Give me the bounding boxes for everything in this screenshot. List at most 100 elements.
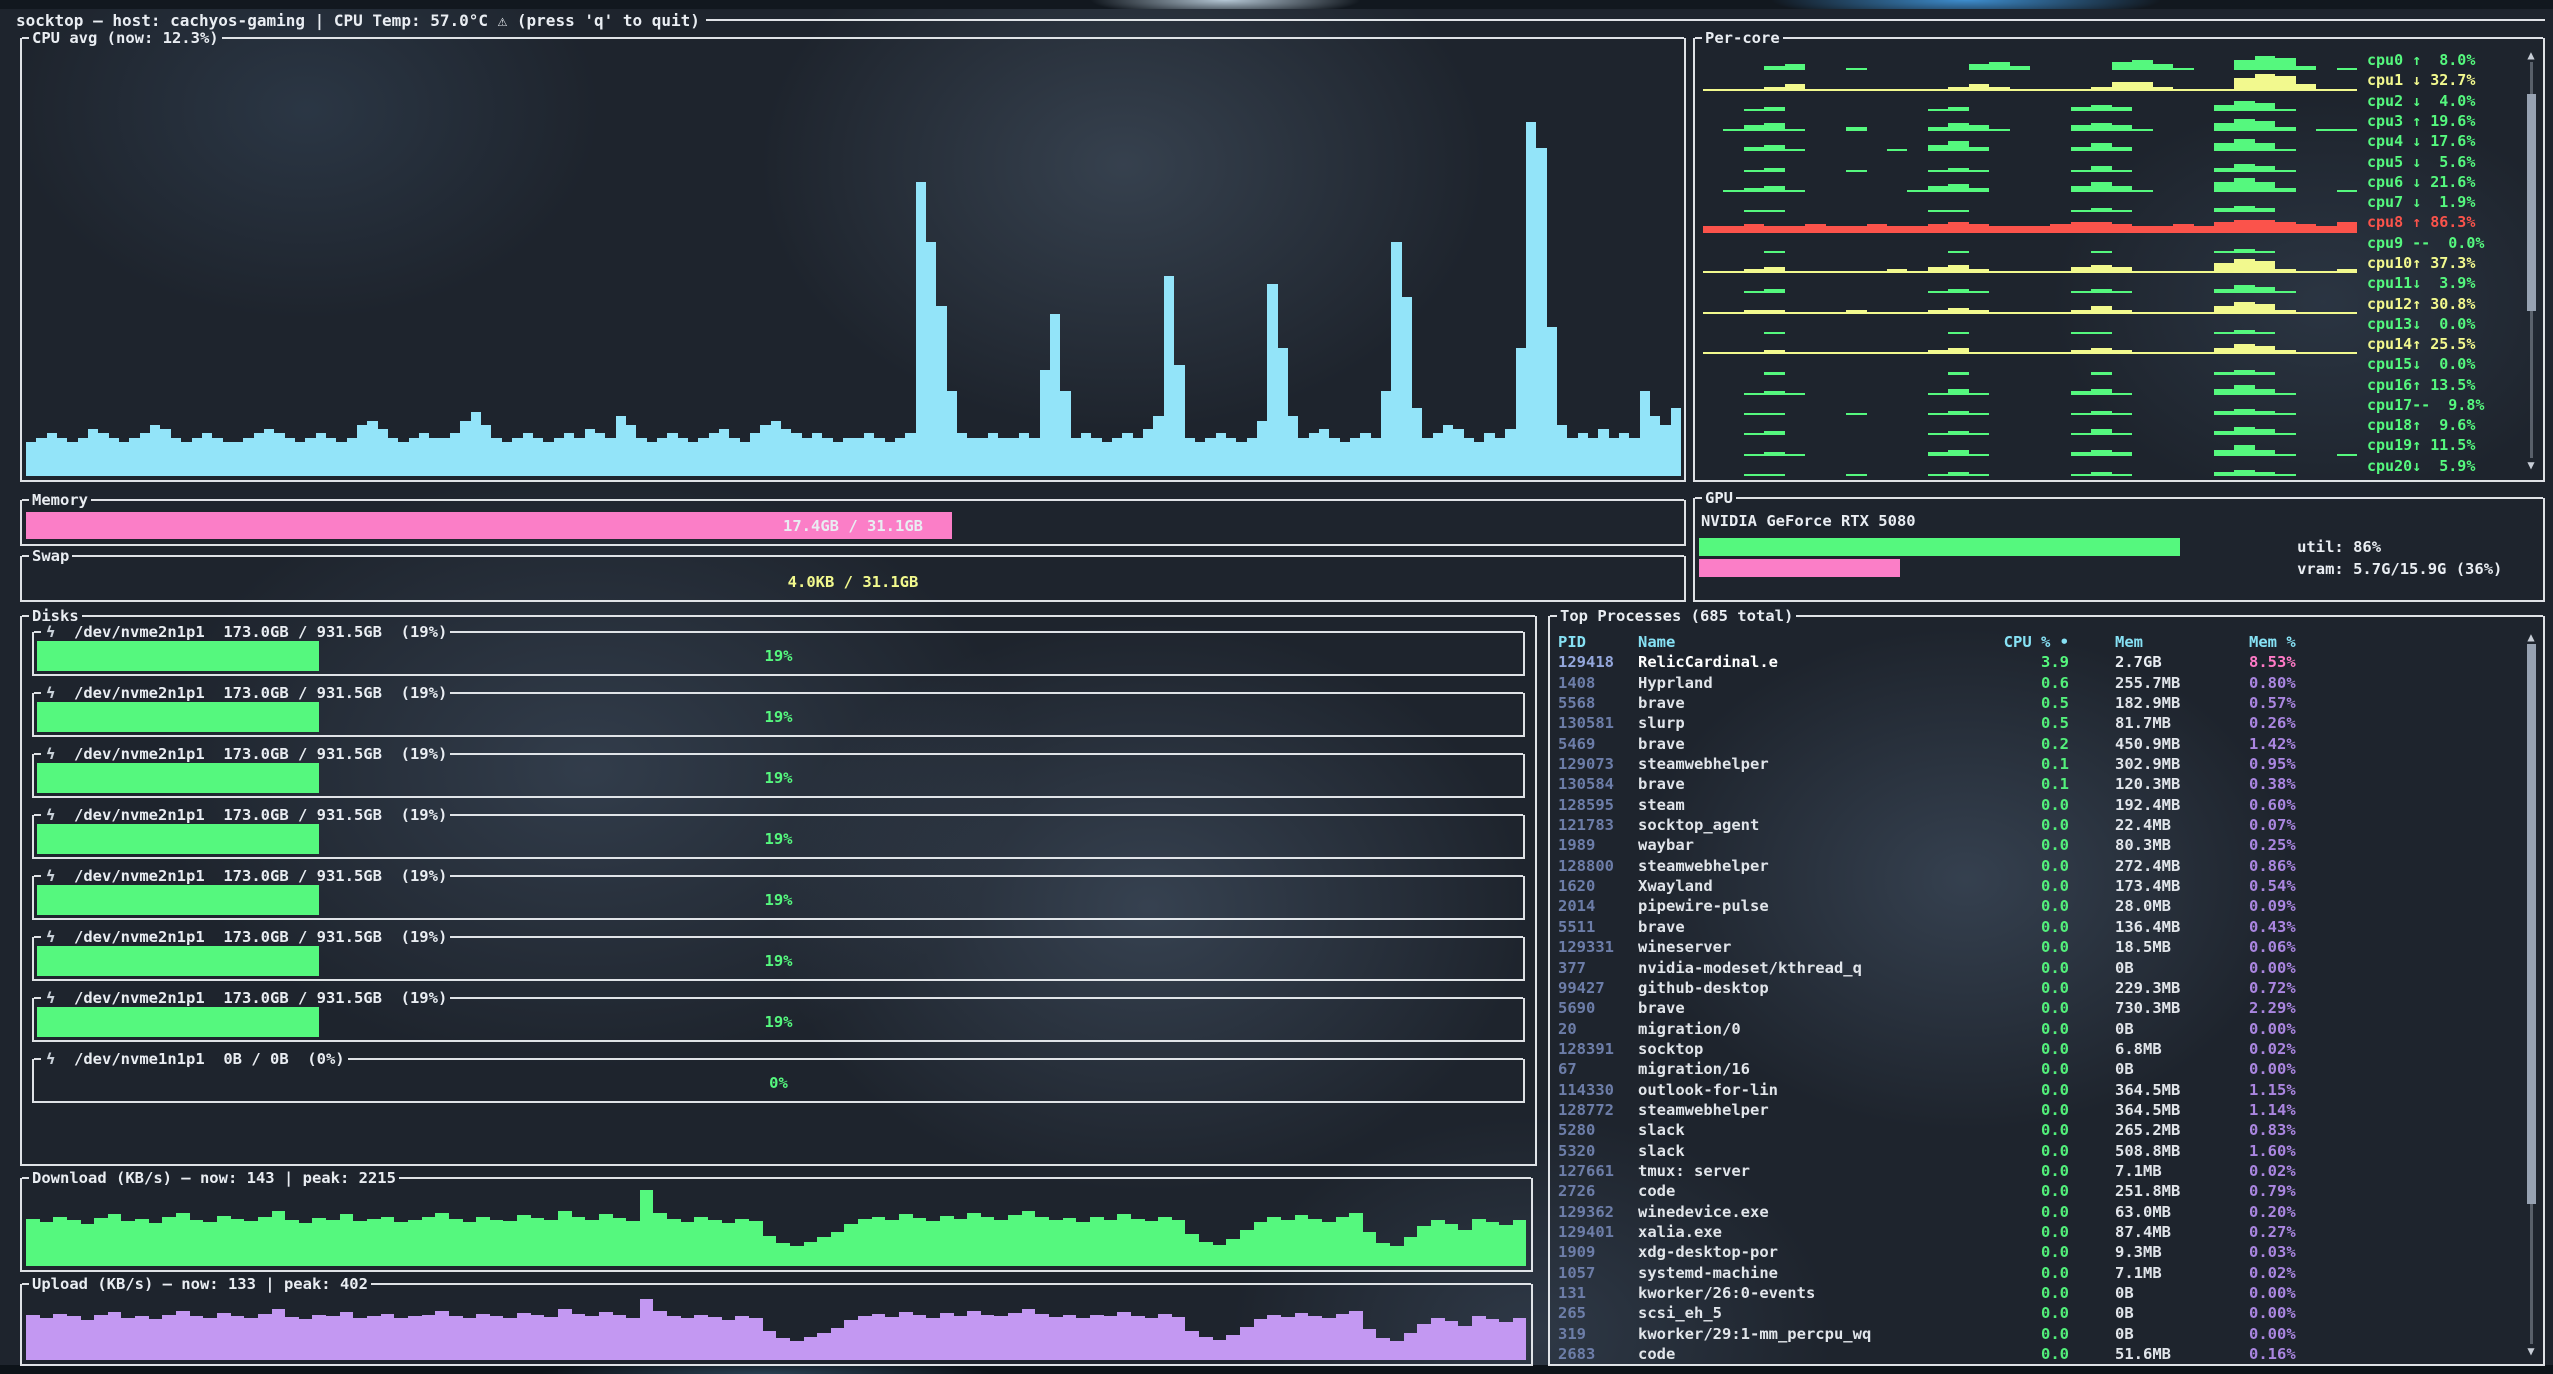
upload-bar	[1417, 1324, 1431, 1360]
process-row[interactable]: 2014pipewire-pulse0.028.0MB0.09%	[1558, 896, 2519, 916]
per-core-scrollbar[interactable]: ▲ ▼	[2524, 48, 2538, 472]
pid-cell: 129401	[1558, 1222, 1638, 1242]
name-cell: socktop	[1638, 1039, 1987, 1059]
process-row[interactable]: 1909xdg-desktop-por0.09.3MB0.03%	[1558, 1242, 2519, 1262]
process-row[interactable]: 1057systemd-machine0.07.1MB0.02%	[1558, 1263, 2519, 1283]
process-row[interactable]: 377nvidia-modeset/kthread_q0.00B0.00%	[1558, 958, 2519, 978]
upload-bar	[1376, 1338, 1390, 1360]
memp-cell: 8.53%	[2249, 652, 2519, 672]
process-row[interactable]: 129331wineserver0.018.5MB0.06%	[1558, 937, 2519, 957]
cpu-avg-bar	[1153, 416, 1163, 476]
core-label: cpu2 ↓ 4.0%	[2367, 92, 2517, 110]
download-bar	[572, 1217, 586, 1266]
scrollbar-thumb[interactable]	[2527, 644, 2536, 1204]
upload-bar	[899, 1312, 913, 1360]
upload-bar	[954, 1316, 968, 1360]
process-row[interactable]: 121783socktop_agent0.022.4MB0.07%	[1558, 815, 2519, 835]
cpu-cell: 0.0	[1987, 978, 2069, 998]
pid-cell: 5511	[1558, 917, 1638, 937]
process-row[interactable]: 5280slack0.0265.2MB0.83%	[1558, 1120, 2519, 1140]
process-row[interactable]: 114330outlook-for-lin0.0364.5MB1.15%	[1558, 1080, 2519, 1100]
process-row[interactable]: 2683code0.051.6MB0.16%	[1558, 1344, 2519, 1364]
download-bar	[899, 1214, 913, 1266]
cpu-avg-bar	[1567, 438, 1577, 476]
cpu-avg-bar	[854, 438, 864, 476]
process-row[interactable]: 128772steamwebhelper0.0364.5MB1.14%	[1558, 1100, 2519, 1120]
process-row[interactable]: 1620Xwayland0.0173.4MB0.54%	[1558, 876, 2519, 896]
memory-gauge-label: 17.4GB / 31.1GB	[26, 512, 1680, 539]
core-spark-bar	[2112, 82, 2132, 90]
process-row[interactable]: 319kworker/29:1-mm_percpu_wq0.00B0.00%	[1558, 1324, 2519, 1344]
scrollbar-thumb[interactable]	[2527, 94, 2536, 312]
scroll-up-icon[interactable]: ▲	[2527, 48, 2534, 62]
scroll-down-icon[interactable]: ▼	[2527, 1344, 2534, 1358]
process-row[interactable]: 131kworker/26:0-events0.00B0.00%	[1558, 1283, 2519, 1303]
mem-cell: 2.7GB	[2115, 652, 2249, 672]
process-row[interactable]: 1408Hyprland0.6255.7MB0.80%	[1558, 673, 2519, 693]
process-row[interactable]: 99427github-desktop0.0229.3MB0.72%	[1558, 978, 2519, 998]
upload-bar	[463, 1318, 477, 1360]
scroll-down-icon[interactable]: ▼	[2527, 458, 2534, 472]
process-row[interactable]: 20migration/00.00B0.00%	[1558, 1019, 2519, 1039]
swap-gauge-label: 4.0KB / 31.1GB	[26, 568, 1680, 595]
memp-cell: 1.15%	[2249, 1080, 2519, 1100]
upload-bar	[1295, 1313, 1309, 1360]
name-cell: Name	[1638, 632, 1987, 652]
process-row[interactable]: 127661tmux: server0.07.1MB0.02%	[1558, 1161, 2519, 1181]
process-row[interactable]: 128391socktop0.06.8MB0.02%	[1558, 1039, 2519, 1059]
pid-cell: PID	[1558, 632, 1638, 652]
process-scrollbar[interactable]: ▲ ▼	[2524, 630, 2538, 1358]
process-row[interactable]: 2726code0.0251.8MB0.79%	[1558, 1181, 2519, 1201]
process-row[interactable]: 128800steamwebhelper0.0272.4MB0.86%	[1558, 856, 2519, 876]
disk-icon: ϟ	[44, 1050, 55, 1068]
core-spark-bar	[2234, 178, 2254, 192]
cpu-avg-bar	[1536, 148, 1546, 476]
process-row[interactable]: 129418RelicCardinal.e3.92.7GB8.53%	[1558, 652, 2519, 672]
process-row[interactable]: 129073steamwebhelper0.1302.9MB0.95%	[1558, 754, 2519, 774]
process-row[interactable]: 5320slack0.0508.8MB1.60%	[1558, 1141, 2519, 1161]
process-row[interactable]: 5568brave0.5182.9MB0.57%	[1558, 693, 2519, 713]
cpu-avg-bar	[719, 429, 729, 476]
mem-cell: 7.1MB	[2115, 1161, 2249, 1181]
cpu-avg-bar	[1257, 421, 1267, 476]
cpu-avg-bar	[729, 438, 739, 476]
column-gap	[2069, 1100, 2115, 1120]
name-cell: Hyprland	[1638, 673, 1987, 693]
core-spark-bar	[2112, 474, 2132, 476]
gpu-panel: GPU NVIDIA GeForce RTX 5080 util: 86%vra…	[1693, 498, 2545, 602]
process-row[interactable]: 67migration/160.00B0.00%	[1558, 1059, 2519, 1079]
core-label: cpu10↑ 37.3%	[2367, 254, 2517, 272]
core-row: cpu0 ↑ 8.0%	[1703, 50, 2517, 70]
core-row: cpu9 -- 0.0%	[1703, 233, 2517, 253]
process-row[interactable]: 130584brave0.1120.3MB0.38%	[1558, 774, 2519, 794]
process-row[interactable]: 5511brave0.0136.4MB0.43%	[1558, 917, 2519, 937]
process-row[interactable]: 130581slurp0.581.7MB0.26%	[1558, 713, 2519, 733]
core-spark-bar	[1867, 224, 1887, 232]
cpu-avg-bar	[564, 433, 574, 476]
cpu-cell: 0.0	[1987, 1202, 2069, 1222]
download-bar	[1445, 1224, 1459, 1266]
process-row[interactable]: 5469brave0.2450.9MB1.42%	[1558, 734, 2519, 754]
core-spark-bar	[1989, 62, 2009, 70]
scroll-up-icon[interactable]: ▲	[2527, 630, 2534, 644]
download-bar	[1376, 1243, 1390, 1266]
download-bar	[1499, 1225, 1513, 1266]
core-row: cpu12↑ 30.8%	[1703, 293, 2517, 313]
process-row[interactable]: 129362winedevice.exe0.063.0MB0.20%	[1558, 1202, 2519, 1222]
process-row[interactable]: 5690brave0.0730.3MB2.29%	[1558, 998, 2519, 1018]
core-sparkline	[1703, 375, 2367, 395]
process-row[interactable]: 129401xalia.exe0.087.4MB0.27%	[1558, 1222, 2519, 1242]
column-gap	[2069, 1283, 2115, 1303]
process-row[interactable]: 1989waybar0.080.3MB0.25%	[1558, 835, 2519, 855]
cpu-avg-bar	[429, 438, 439, 476]
download-bar	[108, 1214, 122, 1266]
core-spark-bar	[2337, 222, 2357, 232]
process-row[interactable]: 265scsi_eh_50.00B0.00%	[1558, 1303, 2519, 1323]
download-bar	[94, 1218, 108, 1266]
upload-bar	[503, 1318, 517, 1360]
upload-bar	[735, 1316, 749, 1360]
process-row[interactable]: 128595steam0.0192.4MB0.60%	[1558, 795, 2519, 815]
download-bar	[517, 1215, 531, 1266]
core-sparkline	[1703, 70, 2367, 90]
core-spark-bar	[2275, 58, 2295, 70]
